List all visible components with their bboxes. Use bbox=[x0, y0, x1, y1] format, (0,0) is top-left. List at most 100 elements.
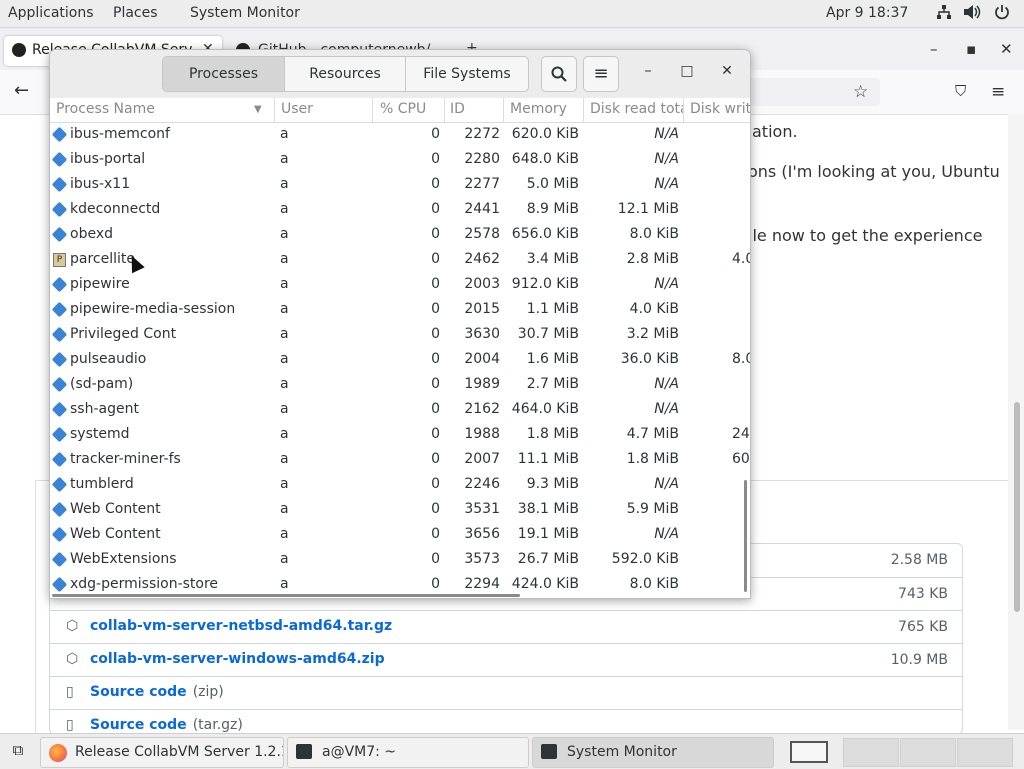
bookmark-star-icon[interactable]: ☆ bbox=[853, 82, 868, 102]
process-memory: 3.4 MiB bbox=[526, 251, 579, 267]
hamburger-icon: ≡ bbox=[593, 63, 609, 84]
workspace-3[interactable] bbox=[900, 738, 956, 767]
process-row[interactable]: tumblerd a 0 2246 9.3 MiB N/A bbox=[50, 473, 750, 498]
process-cpu: 0 bbox=[431, 151, 440, 167]
process-row[interactable]: ssh-agent a 0 2162 464.0 KiB N/A bbox=[50, 398, 750, 423]
bottom-panel: ⧉ Release CollabVM Server 1.2.1... a@VM7… bbox=[0, 733, 1024, 769]
process-cpu: 0 bbox=[431, 426, 440, 442]
process-row[interactable]: (sd-pam) a 0 1989 2.7 MiB N/A bbox=[50, 373, 750, 398]
process-id: 1988 bbox=[464, 426, 500, 442]
taskbar-item-terminal[interactable]: a@VM7: ~ bbox=[287, 737, 529, 768]
process-row[interactable]: Web Content a 0 3656 19.1 MiB N/A bbox=[50, 523, 750, 548]
process-id: 2004 bbox=[464, 351, 500, 367]
process-row[interactable]: obexd a 0 2578 656.0 KiB 8.0 KiB bbox=[50, 223, 750, 248]
active-app-menu[interactable]: System Monitor bbox=[190, 5, 300, 21]
process-id: 3531 bbox=[464, 501, 500, 517]
process-icon bbox=[51, 326, 68, 343]
process-row[interactable]: Pparcellitea024623.4 MiB2.8 MiB4.0 bbox=[50, 248, 750, 273]
process-memory: 38.1 MiB bbox=[517, 501, 579, 517]
process-memory: 656.0 KiB bbox=[511, 226, 579, 242]
process-row[interactable]: pulseaudio a 0 2004 1.6 MiB 36.0 KiB 8.0 bbox=[50, 348, 750, 373]
process-disk-read: N/A bbox=[654, 151, 679, 167]
process-name: Web Content bbox=[70, 501, 161, 517]
workspace-4[interactable] bbox=[957, 738, 1013, 767]
browser-close-icon[interactable]: ✕ bbox=[1000, 40, 1013, 58]
column-id[interactable]: ID bbox=[450, 101, 465, 117]
close-button[interactable]: ✕ bbox=[717, 63, 737, 79]
asset-link[interactable]: collab-vm-server-windows-amd64.zip bbox=[90, 651, 385, 667]
column-process-name[interactable]: Process Name bbox=[56, 101, 155, 117]
maximize-button[interactable]: □ bbox=[677, 63, 697, 79]
back-arrow-icon[interactable]: ← bbox=[14, 80, 29, 101]
column-disk-read[interactable]: Disk read tota bbox=[590, 101, 684, 117]
column-disk-write[interactable]: Disk writ bbox=[690, 101, 750, 117]
process-memory: 912.0 KiB bbox=[511, 276, 579, 292]
asset-row[interactable]: ⬡ collab-vm-server-netbsd-amd64.tar.gz 7… bbox=[50, 610, 962, 644]
pocket-icon[interactable]: ⛉ bbox=[955, 82, 966, 100]
process-disk-read: N/A bbox=[654, 401, 679, 417]
column-cpu[interactable]: % CPU bbox=[380, 101, 426, 117]
tab-file-systems[interactable]: File Systems bbox=[406, 57, 528, 91]
process-user: a bbox=[280, 551, 289, 567]
horizontal-scrollbar[interactable] bbox=[52, 594, 520, 597]
process-row[interactable]: Web Content a 0 3531 38.1 MiB 5.9 MiB bbox=[50, 498, 750, 523]
minimize-button[interactable]: – bbox=[638, 63, 658, 79]
page-text-line: ons (I'm looking at you, Ubuntu bbox=[748, 162, 1000, 181]
process-icon bbox=[51, 351, 68, 368]
workspace-1[interactable] bbox=[790, 741, 828, 763]
file-zip-icon: ▯ bbox=[66, 717, 74, 733]
process-row[interactable]: pipewire-media-session a 0 2015 1.1 MiB 4.0 K… bbox=[50, 298, 750, 323]
tab-resources[interactable]: Resources bbox=[285, 57, 406, 91]
network-icon[interactable] bbox=[936, 4, 952, 24]
process-row[interactable]: ibus-memconf a 0 2272 620.0 KiB N/A bbox=[50, 123, 750, 148]
process-user: a bbox=[280, 401, 289, 417]
show-desktop-icon[interactable]: ⧉ bbox=[8, 741, 28, 761]
process-id: 3573 bbox=[464, 551, 500, 567]
process-row[interactable]: Privileged Cont a 0 3630 30.7 MiB 3.2 MiB bbox=[50, 323, 750, 348]
asset-link[interactable]: Source code (tar.gz) bbox=[90, 717, 243, 733]
process-cpu: 0 bbox=[431, 226, 440, 242]
vertical-scrollbar[interactable] bbox=[744, 480, 747, 592]
browser-scroll-thumb[interactable] bbox=[1014, 402, 1020, 612]
process-row[interactable]: pipewire a 0 2003 912.0 KiB N/A bbox=[50, 273, 750, 298]
view-switcher: Processes Resources File Systems bbox=[162, 56, 529, 92]
asset-row[interactable]: ⬡ collab-vm-server-windows-amd64.zip 10.… bbox=[50, 643, 962, 677]
power-icon[interactable] bbox=[994, 4, 1010, 24]
browser-maximize-icon[interactable]: ▪ bbox=[966, 40, 976, 58]
process-disk-read: 2.8 MiB bbox=[626, 251, 679, 267]
process-memory: 8.9 MiB bbox=[526, 201, 579, 217]
column-memory[interactable]: Memory bbox=[510, 101, 567, 117]
process-disk-read: 36.0 KiB bbox=[620, 351, 679, 367]
asset-size: 2.58 MB bbox=[890, 552, 948, 568]
process-row[interactable]: ibus-x11 a 0 2277 5.0 MiB N/A bbox=[50, 173, 750, 198]
process-disk-write: 8.0 bbox=[732, 351, 750, 367]
process-disk-read: 8.0 KiB bbox=[629, 576, 679, 592]
process-cpu: 0 bbox=[431, 176, 440, 192]
main-menu-button[interactable]: ≡ bbox=[583, 56, 619, 92]
taskbar-item-system-monitor[interactable]: System Monitor bbox=[532, 737, 774, 768]
process-memory: 1.1 MiB bbox=[526, 301, 579, 317]
process-row[interactable]: kdeconnectd a 0 2441 8.9 MiB 12.1 MiB bbox=[50, 198, 750, 223]
taskbar-item-firefox[interactable]: Release CollabVM Server 1.2.1... bbox=[40, 737, 284, 768]
clock[interactable]: Apr 9 18:37 bbox=[826, 5, 908, 21]
process-id: 2015 bbox=[464, 301, 500, 317]
process-memory: 5.0 MiB bbox=[526, 176, 579, 192]
workspace-2[interactable] bbox=[843, 738, 899, 767]
process-row[interactable]: WebExtensions a 0 3573 26.7 MiB 592.0 KiB bbox=[50, 548, 750, 573]
tab-processes[interactable]: Processes bbox=[163, 57, 285, 91]
process-row[interactable]: systemd a 0 1988 1.8 MiB 4.7 MiB 248.0 bbox=[50, 423, 750, 448]
search-button[interactable] bbox=[541, 56, 577, 92]
process-row[interactable]: ibus-portal a 0 2280 648.0 KiB N/A bbox=[50, 148, 750, 173]
asset-row[interactable]: ▯ Source code (zip) bbox=[50, 676, 962, 710]
volume-icon[interactable] bbox=[963, 4, 981, 24]
column-user[interactable]: User bbox=[281, 101, 313, 117]
process-disk-read: 8.0 KiB bbox=[629, 226, 679, 242]
applications-menu[interactable]: Applications bbox=[8, 5, 94, 21]
browser-minimize-icon[interactable]: – bbox=[930, 40, 938, 58]
places-menu[interactable]: Places bbox=[113, 5, 158, 21]
asset-link[interactable]: collab-vm-server-netbsd-amd64.tar.gz bbox=[90, 618, 392, 634]
hamburger-menu-icon[interactable]: ≡ bbox=[991, 82, 1005, 102]
process-row[interactable]: tracker-miner-fs a 0 2007 11.1 MiB 1.8 MiB 60.… bbox=[50, 448, 750, 473]
process-id: 2280 bbox=[464, 151, 500, 167]
asset-link[interactable]: Source code (zip) bbox=[90, 684, 224, 700]
